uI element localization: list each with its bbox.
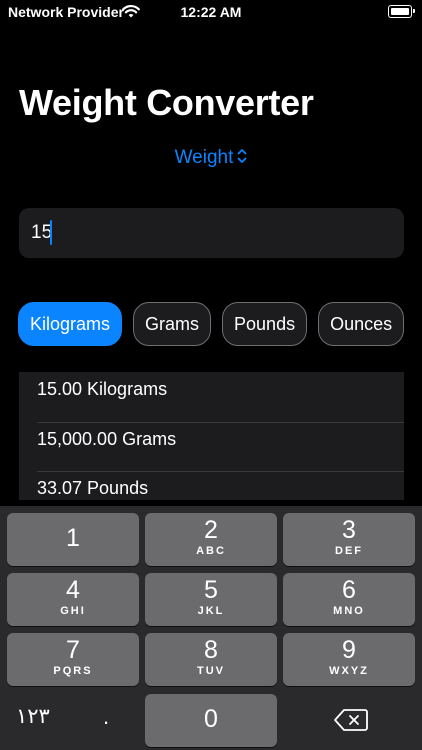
unit-chip-pounds[interactable]: Pounds bbox=[222, 302, 308, 346]
key-1-digit: 1 bbox=[66, 524, 80, 552]
key-7-letters: PQRS bbox=[53, 665, 93, 677]
key-5[interactable]: 5 JKL bbox=[145, 573, 277, 626]
key-8-letters: TUV bbox=[197, 665, 225, 677]
page-title: Weight Converter bbox=[19, 82, 314, 123]
key-7-digit: 7 bbox=[66, 636, 80, 664]
status-time: 12:22 AM bbox=[180, 4, 242, 20]
key-3-letters: DEF bbox=[335, 545, 363, 557]
key-4-digit: 4 bbox=[66, 576, 80, 604]
key-8[interactable]: 8 TUV bbox=[145, 633, 277, 686]
key-6-digit: 6 bbox=[342, 576, 356, 604]
category-picker-label: Weight bbox=[174, 147, 234, 168]
chevron-up-down-icon bbox=[237, 149, 247, 163]
key-9[interactable]: 9 WXYZ bbox=[283, 633, 415, 686]
key-8-digit: 8 bbox=[204, 636, 218, 664]
weight-input[interactable]: 15 bbox=[19, 208, 404, 258]
weight-input-value: 15 bbox=[31, 222, 53, 243]
key-7[interactable]: 7 PQRS bbox=[7, 633, 139, 686]
key-4[interactable]: 4 GHI bbox=[7, 573, 139, 626]
key-2-letters: ABC bbox=[196, 545, 226, 557]
key-2-digit: 2 bbox=[204, 516, 218, 544]
key-3-digit: 3 bbox=[342, 516, 356, 544]
key-3[interactable]: 3 DEF bbox=[283, 513, 415, 566]
key-9-letters: WXYZ bbox=[329, 665, 369, 677]
key-1[interactable]: 1 bbox=[7, 513, 139, 566]
key-0[interactable]: 0 bbox=[145, 694, 277, 747]
unit-chip-ounces[interactable]: Ounces bbox=[318, 302, 405, 346]
battery-icon bbox=[388, 5, 415, 18]
key-6-letters: MNO bbox=[333, 605, 365, 617]
status-bar: Network Provider 12:22 AM bbox=[0, 0, 422, 26]
key-9-digit: 9 bbox=[342, 636, 356, 664]
key-4-letters: GHI bbox=[60, 605, 86, 617]
unit-chip-kilograms[interactable]: Kilograms bbox=[18, 302, 123, 346]
key-2[interactable]: 2 ABC bbox=[145, 513, 277, 566]
decimal-key[interactable]: . bbox=[100, 704, 112, 730]
text-caret bbox=[50, 220, 52, 245]
key-5-letters: JKL bbox=[197, 605, 225, 617]
unit-chip-grams[interactable]: Grams bbox=[133, 302, 212, 346]
arabic-numerals-key[interactable]: ١٢٣ bbox=[16, 704, 50, 729]
result-row-kilograms: 15.00 Kilograms bbox=[37, 379, 168, 399]
key-6[interactable]: 6 MNO bbox=[283, 573, 415, 626]
category-picker[interactable]: Weight bbox=[0, 147, 422, 169]
key-0-digit: 0 bbox=[204, 705, 218, 733]
key-5-digit: 5 bbox=[204, 576, 218, 604]
numeric-keypad: 1 2 ABC 3 DEF 4 GHI 5 JKL 6 MNO 7 PQRS 8… bbox=[0, 506, 422, 750]
result-row-pounds: 33.07 Pounds bbox=[19, 471, 404, 500]
delete-backward-icon[interactable] bbox=[333, 708, 369, 732]
results-list[interactable]: 15.00 Kilograms 15,000.00 Grams 33.07 Po… bbox=[19, 372, 404, 500]
result-row-grams: 15,000.00 Grams bbox=[19, 421, 404, 472]
unit-selector: Kilograms Grams Pounds Ounces bbox=[18, 302, 405, 346]
